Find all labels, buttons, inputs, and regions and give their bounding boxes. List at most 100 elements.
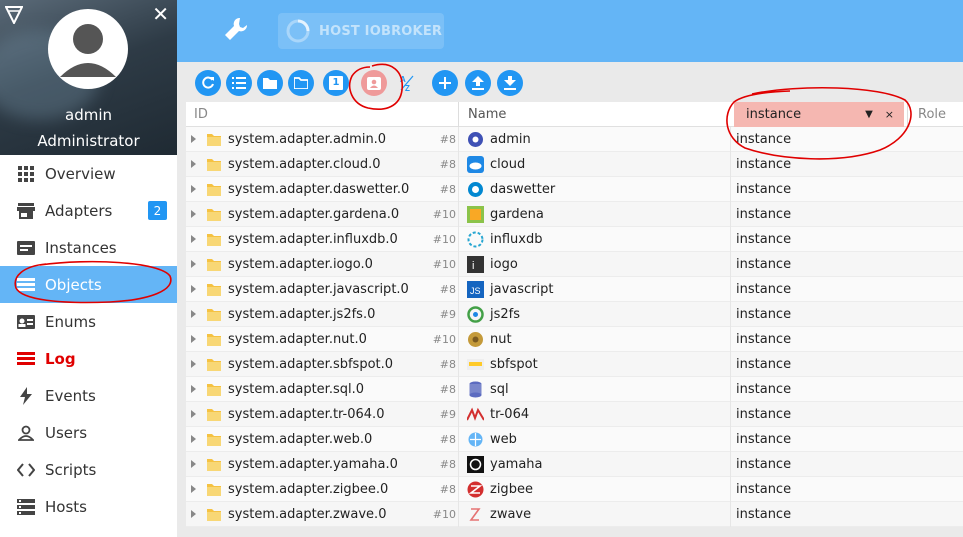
table-row[interactable]: system.adapter.influxdb.0 #10 influxdb inst… (186, 227, 963, 252)
sidebar-item-scripts[interactable]: Scripts (0, 451, 177, 488)
expand-caret-icon[interactable] (191, 485, 196, 493)
expand-caret-icon[interactable] (191, 235, 196, 243)
object-id: system.adapter.iogo.0 (228, 257, 373, 272)
sidebar-item-events[interactable]: Events (0, 377, 177, 414)
table-row[interactable]: system.adapter.iogo.0 #10 i iogo instance (186, 252, 963, 277)
table-row[interactable]: system.adapter.web.0 #8 web instance (186, 427, 963, 452)
table-row[interactable]: system.adapter.cloud.0 #8 cloud instance (186, 152, 963, 177)
expand-caret-icon[interactable] (191, 185, 196, 193)
sidebar-item-overview[interactable]: Overview (0, 155, 177, 192)
folder-icon (207, 509, 221, 521)
sidebar-item-label: Instances (45, 238, 117, 257)
table-row[interactable]: system.adapter.tr-064.0 #9 tr-064 instance (186, 402, 963, 427)
object-name[interactable]: gardena (490, 202, 544, 227)
object-name[interactable]: iogo (490, 252, 518, 277)
weather-icon (468, 182, 483, 197)
expand-caret-icon[interactable] (191, 310, 196, 318)
object-name[interactable]: zigbee (490, 477, 533, 502)
object-name[interactable]: nut (490, 327, 512, 352)
expand-caret-icon[interactable] (191, 335, 196, 343)
object-type: instance (736, 457, 792, 472)
host-label: HOST IOBROKER (319, 23, 443, 39)
download-button[interactable] (497, 70, 523, 96)
expand-caret-icon[interactable] (191, 410, 196, 418)
custom-state-button[interactable] (361, 70, 387, 96)
host-selector-button[interactable]: HOST IOBROKER (278, 13, 444, 49)
upload-icon (472, 76, 484, 90)
admin-icon (468, 132, 483, 147)
table-row[interactable]: system.adapter.gardena.0 #10 gardena instan… (186, 202, 963, 227)
sort-az-button[interactable]: AZ (394, 70, 420, 96)
folder-icon (207, 259, 221, 271)
sidebar-item-enums[interactable]: Enums (0, 303, 177, 340)
sidebar-item-log[interactable]: Log (0, 340, 177, 377)
object-type: instance (736, 432, 792, 447)
log-icon (16, 349, 36, 369)
collapse-folders-button[interactable] (257, 70, 283, 96)
plus-icon (439, 77, 451, 89)
add-object-button[interactable] (432, 70, 458, 96)
upload-button[interactable] (465, 70, 491, 96)
table-row[interactable]: system.adapter.sbfspot.0 #8 sbfspot instanc… (186, 352, 963, 377)
object-id: system.adapter.tr-064.0 (228, 407, 385, 422)
object-name[interactable]: zwave (490, 502, 531, 527)
table-row[interactable]: system.adapter.javascript.0 #8 JS javascrip… (186, 277, 963, 302)
column-header-name[interactable]: Name (468, 102, 506, 127)
object-type: instance (736, 157, 792, 172)
expand-caret-icon[interactable] (191, 435, 196, 443)
sidebar-item-hosts[interactable]: Hosts (0, 488, 177, 525)
expand-caret-icon[interactable] (191, 510, 196, 518)
dropdown-arrow-icon[interactable]: ▼ (865, 109, 873, 120)
object-id: system.adapter.cloud.0 (228, 157, 381, 172)
expand-caret-icon[interactable] (191, 210, 196, 218)
close-sidebar-icon[interactable]: ✕ (152, 4, 169, 24)
sidebar-item-users[interactable]: Users (0, 414, 177, 451)
expand-level-button[interactable]: 1 (323, 70, 349, 96)
object-name[interactable]: yamaha (490, 452, 543, 477)
child-count: #10 (432, 333, 456, 346)
object-name[interactable]: sbfspot (490, 352, 538, 377)
expand-folders-button[interactable] (288, 70, 314, 96)
sidebar-item-objects[interactable]: Objects (0, 266, 177, 303)
table-row[interactable]: system.adapter.zigbee.0 #8 zigbee instance (186, 477, 963, 502)
object-type: instance (736, 407, 792, 422)
object-name[interactable]: js2fs (490, 302, 520, 327)
object-name[interactable]: daswetter (490, 177, 555, 202)
object-name[interactable]: tr-064 (490, 402, 529, 427)
expand-caret-icon[interactable] (191, 260, 196, 268)
wrench-icon[interactable] (223, 16, 249, 42)
column-header-id[interactable]: ID (194, 102, 208, 127)
table-row[interactable]: system.adapter.zwave.0 #10 zwave instance (186, 502, 963, 527)
object-type: instance (736, 182, 792, 197)
sidebar-item-instances[interactable]: Instances (0, 229, 177, 266)
expand-caret-icon[interactable] (191, 285, 196, 293)
expand-caret-icon[interactable] (191, 160, 196, 168)
clear-filter-icon[interactable]: × (885, 108, 894, 121)
type-filter-select[interactable]: instance ▼ × (734, 102, 904, 127)
object-id: system.adapter.javascript.0 (228, 282, 409, 297)
gardena-icon (467, 206, 484, 223)
expand-caret-icon[interactable] (191, 360, 196, 368)
object-name[interactable]: influxdb (490, 227, 542, 252)
expand-caret-icon[interactable] (191, 385, 196, 393)
user-icon (16, 423, 36, 443)
expand-caret-icon[interactable] (191, 135, 196, 143)
object-name[interactable]: cloud (490, 152, 525, 177)
object-name[interactable]: admin (490, 127, 531, 152)
table-row[interactable]: system.adapter.nut.0 #10 nut instance (186, 327, 963, 352)
refresh-button[interactable] (195, 70, 221, 96)
sidebar-item-adapters[interactable]: Adapters 2 (0, 192, 177, 229)
folder-icon (207, 484, 221, 496)
table-row[interactable]: system.adapter.sql.0 #8 sql instance (186, 377, 963, 402)
table-row[interactable]: system.adapter.daswetter.0 #8 daswetter ins… (186, 177, 963, 202)
expand-caret-icon[interactable] (191, 460, 196, 468)
object-name[interactable]: javascript (490, 277, 553, 302)
table-header: ID Name instance ▼ × Role (186, 102, 963, 127)
object-name[interactable]: sql (490, 377, 509, 402)
object-name[interactable]: web (490, 427, 517, 452)
table-row[interactable]: system.adapter.yamaha.0 #8 yamaha instance (186, 452, 963, 477)
list-view-button[interactable] (226, 70, 252, 96)
table-row[interactable]: system.adapter.js2fs.0 #9 js2fs instance (186, 302, 963, 327)
table-row[interactable]: system.adapter.admin.0 #8 admin instance (186, 127, 963, 152)
column-header-role[interactable]: Role (918, 102, 946, 127)
